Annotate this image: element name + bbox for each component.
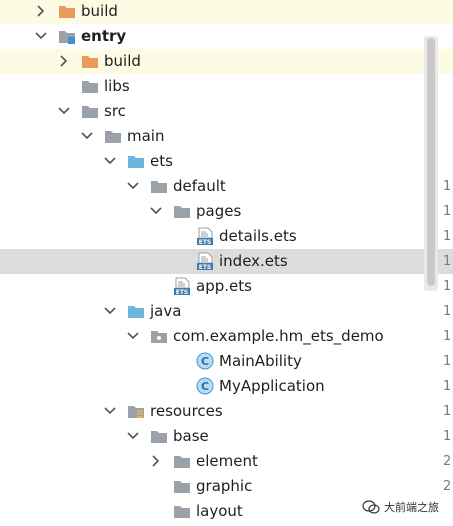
watermark-text: 大前端之旅 [384,501,439,514]
tree-item-label: java [150,302,182,320]
tree-item-label: MyApplication [219,377,325,395]
folder-gray-icon [150,177,168,195]
tree-row-base[interactable]: base [0,424,453,449]
class-icon: C [196,352,214,370]
svg-text:ETS: ETS [176,289,189,295]
tree-row-myapplication[interactable]: C MyApplication [0,374,453,399]
tree-row-pages[interactable]: pages [0,199,453,224]
chevron-down-icon[interactable] [149,204,163,218]
tree-row-java[interactable]: java [0,299,453,324]
tree-item-label: details.ets [219,227,297,245]
chevron-down-icon[interactable] [57,104,71,118]
svg-text:C: C [201,380,209,393]
tree-item-label: ets [150,152,173,170]
editor-gutter-line-number: 1 [443,404,452,419]
chevron-down-icon[interactable] [34,29,48,43]
tree-row-app-ets[interactable]: ETS app.ets [0,274,453,299]
tree-row-ets[interactable]: ets [0,149,453,174]
editor-gutter-line-number: 1 [443,254,452,269]
tree-item-label: resources [150,402,223,420]
folder-blue-icon [127,152,145,170]
tree-row-build[interactable]: build [0,49,453,74]
tree-item-label: com.example.hm_ets_demo [173,327,384,345]
tree-item-label: entry [81,27,127,45]
chevron-right-icon[interactable] [57,54,71,68]
svg-text:ETS: ETS [199,239,212,245]
watermark: 大前端之旅 [362,496,439,518]
tree-row-com-example-hm-ets-demo[interactable]: com.example.hm_ets_demo [0,324,453,349]
ets-file-icon: ETS [196,227,214,246]
tree-row-libs[interactable]: libs [0,74,453,99]
class-icon: C [196,377,214,395]
editor-gutter-line-number: 2 [443,454,452,469]
project-file-tree: build entry build libs src main ets default page… [0,0,453,526]
editor-gutter-line-number: 1 [443,304,452,319]
chevron-down-icon[interactable] [126,329,140,343]
folder-gray-icon [104,127,122,145]
editor-gutter-line-number: 1 [443,379,452,394]
editor-gutter-line-number: 1 [443,429,452,444]
tree-row-src[interactable]: src [0,99,453,124]
resources-folder-icon [127,402,145,420]
tree-row-default[interactable]: default [0,174,453,199]
svg-text:C: C [201,355,209,368]
chevron-down-icon[interactable] [103,404,117,418]
tree-item-label: graphic [196,477,253,495]
editor-gutter-line-number: 1 [443,329,452,344]
ets-file-icon: ETS [196,252,214,271]
folder-gray-icon [81,77,99,95]
package-folder-icon [150,327,168,345]
folder-gray-icon [173,452,191,470]
folder-gray-icon [173,477,191,495]
folder-blue-icon [127,302,145,320]
tree-item-label: src [104,102,126,120]
folder-gray-icon [81,102,99,120]
module-folder-icon [58,27,76,45]
editor-gutter-line-number: 1 [443,354,452,369]
tree-item-label: build [104,52,141,70]
scrollbar-thumb[interactable] [427,38,435,286]
tree-row-main[interactable]: main [0,124,453,149]
folder-orange-icon [58,2,76,20]
chevron-down-icon[interactable] [126,179,140,193]
tree-item-label: main [127,127,165,145]
vertical-scrollbar[interactable] [424,36,438,291]
tree-row-resources[interactable]: resources [0,399,453,424]
tree-row-mainability[interactable]: C MainAbility [0,349,453,374]
chevron-down-icon[interactable] [80,129,94,143]
folder-gray-icon [173,502,191,520]
tree-row-entry[interactable]: entry [0,24,453,49]
tree-item-label: pages [196,202,242,220]
tree-item-label: build [81,2,118,20]
editor-gutter-line-number: 1 [443,179,452,194]
tree-item-label: libs [104,77,130,95]
tree-row-index-ets[interactable]: ETS index.ets [0,249,453,274]
tree-item-label: base [173,427,209,445]
editor-gutter-line-number: 2 [443,479,452,494]
chevron-right-icon[interactable] [149,454,163,468]
editor-gutter-line-number: 1 [443,279,452,294]
ets-file-icon: ETS [173,277,191,296]
editor-gutter-line-number: 1 [443,229,452,244]
wechat-icon [362,500,380,514]
folder-gray-icon [150,427,168,445]
tree-row-element[interactable]: element [0,449,453,474]
tree-row-build[interactable]: build [0,0,453,24]
folder-gray-icon [173,202,191,220]
chevron-down-icon[interactable] [103,154,117,168]
tree-item-label: MainAbility [219,352,302,370]
tree-row-details-ets[interactable]: ETS details.ets [0,224,453,249]
chevron-down-icon[interactable] [103,304,117,318]
folder-orange-icon [81,52,99,70]
tree-item-label: layout [196,502,243,520]
tree-item-label: index.ets [219,252,288,270]
editor-gutter-line-number: 1 [443,204,452,219]
svg-text:ETS: ETS [199,264,212,270]
chevron-right-icon[interactable] [34,4,48,18]
tree-item-label: app.ets [196,277,252,295]
chevron-down-icon[interactable] [126,429,140,443]
tree-item-label: element [196,452,258,470]
tree-item-label: default [173,177,226,195]
